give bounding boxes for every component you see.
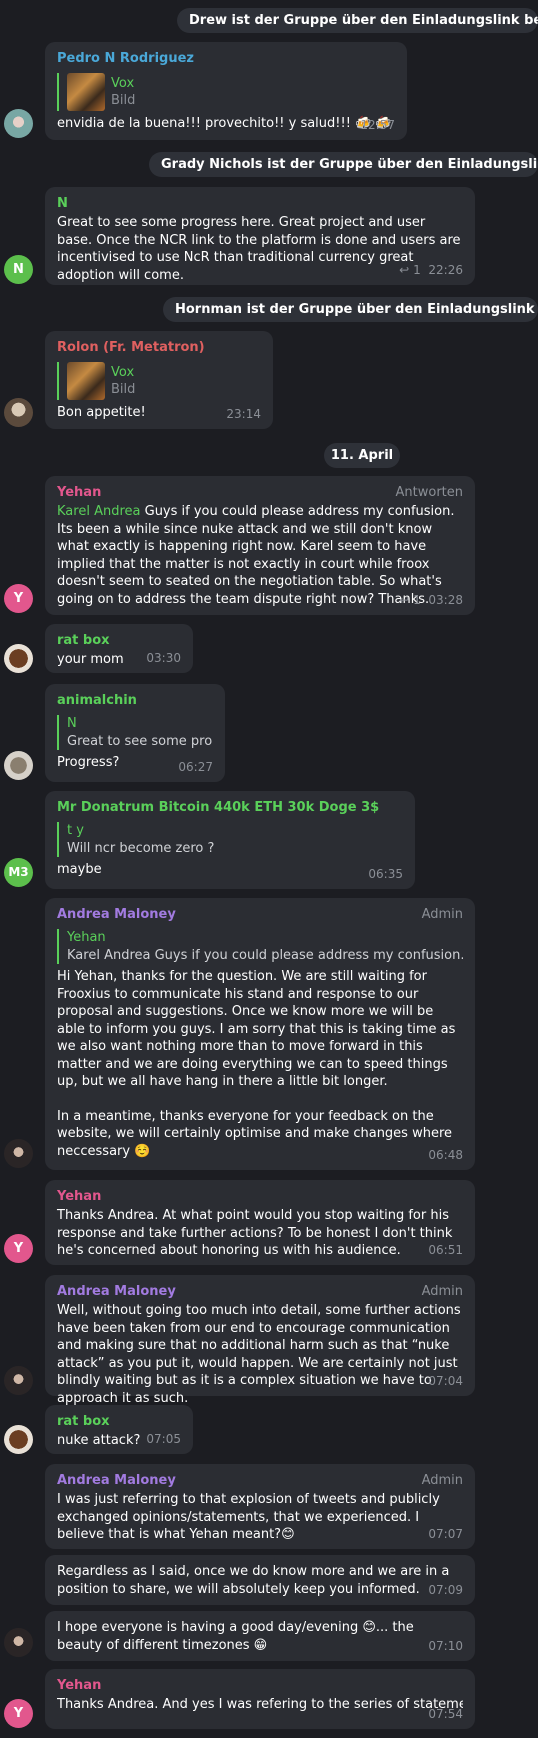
sender-name[interactable]: Yehan (57, 1188, 463, 1207)
message-text: envidia de la buena!!! provechito!! y sa… (57, 116, 392, 131)
message-text: Well, without going too much into detail… (57, 1303, 461, 1406)
message-andrea-4[interactable]: Regardless as I said, once we do know mo… (45, 1555, 475, 1605)
reply-name: Vox (111, 364, 135, 380)
avatar[interactable]: M3 (4, 858, 33, 887)
message-time: 03:28 (428, 592, 463, 607)
message-time: 06:27 (178, 759, 213, 774)
photo-thumbnail (67, 73, 105, 111)
avatar[interactable]: Y (4, 584, 33, 613)
message-andrea-5[interactable]: I hope everyone is having a good day/eve… (45, 1611, 475, 1661)
date-separator: 11. April (324, 443, 400, 468)
reply-quote[interactable]: N Great to see some pro... (57, 715, 213, 750)
sender-name[interactable]: Mr Donatrum Bitcoin 440k ETH 30k Doge 3$ (57, 799, 403, 818)
message-donatrum[interactable]: Mr Donatrum Bitcoin 440k ETH 30k Doge 3$… (45, 791, 415, 889)
sender-name[interactable]: N (57, 195, 463, 214)
message-time: 12:57 (360, 117, 395, 132)
reply-name: Yehan (67, 930, 106, 945)
message-time: 22:26 (428, 262, 463, 277)
message-yehan-2[interactable]: Yehan Thanks Andrea. At what point would… (45, 1180, 475, 1265)
message-text: maybe (57, 862, 102, 877)
sender-name[interactable]: animalchin (57, 692, 213, 711)
reply-quote[interactable]: Vox Bild (57, 362, 261, 400)
avatar[interactable] (4, 644, 33, 673)
sender-name[interactable]: Pedro N Rodriguez (57, 50, 395, 69)
avatar[interactable] (4, 1425, 33, 1454)
reply-quote[interactable]: t y Will ncr become zero ? (57, 822, 403, 857)
message-time: 07:09 (428, 1582, 463, 1597)
message-rolon[interactable]: Rolon (Fr. Metatron) Vox Bild Bon appeti… (45, 331, 273, 429)
message-text: I hope everyone is having a good day/eve… (57, 1620, 414, 1653)
avatar[interactable] (4, 1628, 33, 1657)
reply-count[interactable]: 1 (413, 593, 421, 607)
message-ratbox[interactable]: rat box your mom 03:30 (45, 624, 193, 673)
message-time: 23:14 (226, 406, 261, 421)
reply-text: Bild (111, 382, 136, 397)
message-text: Hi Yehan, thanks for the question. We ar… (57, 969, 456, 1089)
sender-name[interactable]: Yehan (57, 1677, 463, 1696)
message-time: 06:35 (368, 866, 403, 881)
sender-name[interactable]: rat box (57, 632, 181, 651)
message-andrea[interactable]: Andrea Maloney Admin Yehan Karel Andrea … (45, 898, 475, 1170)
admin-badge: Admin (421, 1284, 463, 1299)
reply-name: Vox (111, 75, 135, 91)
reply-quote[interactable]: Vox Bild (57, 73, 395, 111)
message-time: 06:48 (428, 1147, 463, 1162)
message-yehan[interactable]: Yehan Antworten Karel Andrea Guys if you… (45, 476, 475, 615)
message-pedro[interactable]: Pedro N Rodriguez Vox Bild envidia de la… (45, 42, 407, 140)
avatar[interactable] (4, 751, 33, 780)
avatar[interactable] (4, 1139, 33, 1168)
message-andrea-3[interactable]: Andrea Maloney Admin I was just referrin… (45, 1464, 475, 1549)
service-message-hornman: Hornman ist der Gruppe über den Einladun… (163, 297, 538, 322)
sender-name[interactable]: rat box (57, 1413, 181, 1432)
message-time: 07:04 (428, 1373, 463, 1388)
mention-link[interactable]: Karel Andrea (57, 504, 140, 519)
avatar[interactable]: N (4, 255, 33, 284)
message-body: Guys if you could please address my conf… (57, 504, 455, 607)
message-text: Thanks Andrea. And yes I was refering to… (57, 1697, 463, 1712)
reply-text: Great to see some pro... (67, 733, 213, 749)
message-text: Regardless as I said, once we do know mo… (57, 1564, 450, 1597)
sender-name[interactable]: Andrea Maloney (57, 1472, 463, 1491)
message-n[interactable]: N Great to see some progress here. Great… (45, 187, 475, 285)
reply-arrow-icon[interactable]: ↩ (399, 593, 409, 607)
message-text: I was just referring to that explosion o… (57, 1492, 440, 1542)
avatar[interactable]: Y (4, 1699, 33, 1728)
message-meta: ↩ 1 03:28 (399, 592, 463, 610)
sender-name[interactable]: Rolon (Fr. Metatron) (57, 339, 261, 358)
reply-name: t y (67, 823, 84, 838)
message-ratbox-2[interactable]: rat box nuke attack? 07:05 (45, 1405, 193, 1454)
message-meta: ↩ 1 22:26 (399, 262, 463, 280)
service-message-drew: Drew ist der Gruppe über den Einladungsl… (177, 8, 538, 33)
sender-name[interactable]: Andrea Maloney (57, 1283, 463, 1302)
message-time: 07:05 (146, 1431, 181, 1446)
sender-name[interactable]: Andrea Maloney (57, 906, 463, 925)
avatar[interactable] (4, 109, 33, 138)
reply-text: Bild (111, 93, 136, 108)
reply-text: Karel Andrea Guys if you could please ad… (67, 947, 463, 963)
message-andrea-2[interactable]: Andrea Maloney Admin Well, without going… (45, 1275, 475, 1406)
message-yehan-3[interactable]: Yehan Thanks Andrea. And yes I was refer… (45, 1669, 475, 1729)
admin-badge: Admin (421, 1473, 463, 1488)
message-time: 07:10 (428, 1638, 463, 1653)
reply-tag: Antworten (395, 485, 464, 500)
reply-arrow-icon[interactable]: ↩ (399, 263, 409, 277)
message-text: Thanks Andrea. At what point would you s… (57, 1208, 453, 1258)
avatar[interactable]: Y (4, 1234, 33, 1263)
message-time: 07:54 (428, 1706, 463, 1721)
avatar[interactable] (4, 1366, 33, 1395)
message-time: 06:51 (428, 1242, 463, 1257)
message-text-2: In a meantime, thanks everyone for your … (57, 1108, 453, 1159)
reply-quote[interactable]: Yehan Karel Andrea Guys if you could ple… (57, 929, 463, 964)
reply-count[interactable]: 1 (413, 263, 421, 277)
reply-text: Will ncr become zero ? (67, 840, 215, 856)
message-animalchin[interactable]: animalchin N Great to see some pro... Pr… (45, 684, 225, 782)
message-time: 07:07 (428, 1526, 463, 1541)
service-message-grady: Grady Nichols ist der Gruppe über den Ei… (149, 152, 538, 177)
message-time: 03:30 (146, 650, 181, 665)
reply-name: N (67, 716, 77, 731)
admin-badge: Admin (421, 907, 463, 922)
photo-thumbnail (67, 362, 105, 400)
avatar[interactable] (4, 398, 33, 427)
